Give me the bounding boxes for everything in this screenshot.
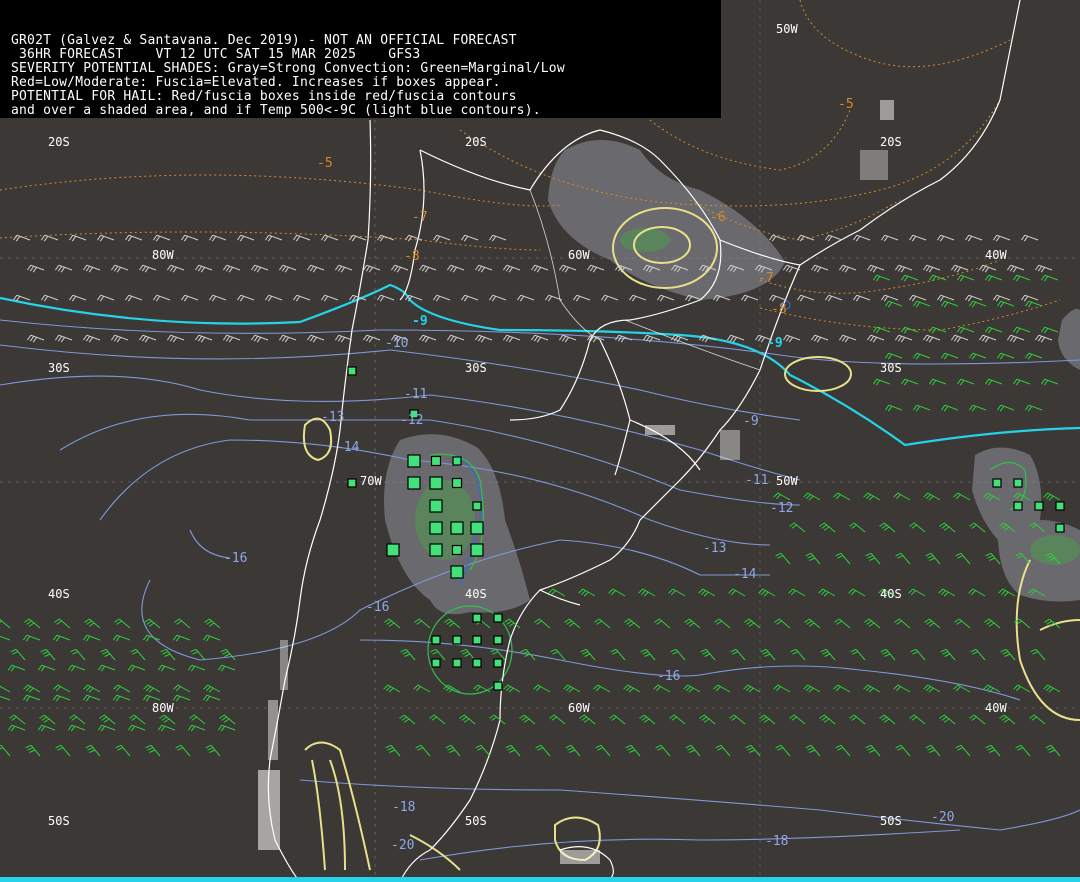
geopotential-label: -7	[758, 271, 774, 286]
isotherm-label: -9	[412, 314, 428, 329]
header-shades-line: Red=Low/Moderate: Fuscia=Elevated. Incre…	[11, 75, 501, 90]
hail-box	[1055, 501, 1065, 511]
isotherm-label: -16	[657, 669, 680, 684]
hail-box	[407, 454, 421, 468]
lon-label: 60W	[568, 248, 590, 262]
hail-box	[493, 635, 503, 645]
isotherm-label: -14	[336, 440, 360, 455]
isotherm-label: -18	[392, 800, 415, 815]
hail-box	[470, 543, 484, 557]
isotherm-label: -20	[391, 838, 414, 853]
hail-box	[386, 543, 400, 557]
map-background	[0, 0, 1080, 882]
isotherm-label: -13	[321, 410, 344, 425]
lat-label: 30S	[48, 361, 70, 375]
hail-box	[431, 635, 441, 645]
geopotential-label: -6	[710, 210, 726, 225]
hail-box	[472, 613, 482, 623]
isotherm-label: -12	[770, 501, 793, 516]
hail-box	[347, 478, 357, 488]
hail-box	[451, 544, 463, 556]
hail-box	[429, 476, 443, 490]
lon-label: 50W	[776, 474, 798, 488]
geopotential-label: -5	[317, 156, 333, 171]
hail-box	[1034, 501, 1044, 511]
lon-label: 60W	[568, 701, 590, 715]
lat-label: 30S	[880, 361, 902, 375]
header-hail-line: POTENTIAL FOR HAIL: Red/fuscia boxes ins…	[11, 89, 517, 104]
header-temp-line: and over a shaded area, and if Temp 500<…	[11, 103, 541, 118]
hail-box	[493, 681, 503, 691]
hail-box	[450, 565, 464, 579]
hail-box	[470, 521, 484, 535]
hail-box	[452, 635, 462, 645]
header-title-line: GR02T (Galvez & Santavana. Dec 2019) - N…	[11, 33, 517, 48]
hail-box	[1013, 478, 1023, 488]
hail-box	[430, 455, 442, 467]
lon-label: 70W	[360, 474, 382, 488]
hail-box	[431, 658, 441, 668]
isotherm-label: -11	[745, 473, 768, 488]
hail-box	[450, 521, 464, 535]
hail-box	[1013, 501, 1023, 511]
lat-label: 30S	[465, 361, 487, 375]
hail-box	[452, 658, 462, 668]
geopotential-label: -8	[404, 249, 420, 264]
isotherm-label: -13	[703, 541, 726, 556]
hail-box	[452, 456, 462, 466]
hail-box	[429, 543, 443, 557]
isotherm-label: -16	[366, 600, 389, 615]
hail-box	[472, 658, 482, 668]
hail-box	[493, 613, 503, 623]
isotherm-label: -16	[224, 551, 247, 566]
hail-box	[429, 521, 443, 535]
isotherm-label: -11	[404, 387, 427, 402]
lon-label: 40W	[985, 248, 1007, 262]
forecast-map: 20S 20S 20S 30S 30S 30S 40S 40S 40S 50S …	[0, 0, 1080, 882]
lat-label: 20S	[48, 135, 70, 149]
lat-label: 20S	[465, 135, 487, 149]
lon-label: 50W	[776, 22, 798, 36]
isotherm-label: -12	[400, 413, 423, 428]
lat-label: 50S	[48, 814, 70, 828]
hail-box	[451, 477, 463, 489]
bottom-frame	[0, 877, 1080, 882]
hail-box	[429, 499, 443, 513]
header-forecast-line: 36HR FORECAST VT 12 UTC SAT 15 MAR 2025 …	[11, 47, 421, 62]
hail-box	[472, 501, 482, 511]
lat-label: 40S	[48, 587, 70, 601]
isotherm-label: -9	[743, 414, 759, 429]
isotherm-label: -20	[931, 810, 954, 825]
isotherm-label: -18	[765, 834, 788, 849]
isotherm-label: -8	[771, 302, 787, 317]
isotherm-label: -14	[733, 567, 757, 582]
lat-label: 50S	[465, 814, 487, 828]
hail-box	[347, 366, 357, 376]
hail-box	[472, 635, 482, 645]
lon-label: 80W	[152, 248, 174, 262]
hail-box	[992, 478, 1002, 488]
lon-label: 80W	[152, 701, 174, 715]
hail-box	[1055, 523, 1065, 533]
isotherm-label: -10	[385, 336, 408, 351]
hail-box	[493, 658, 503, 668]
lon-label: 40W	[985, 701, 1007, 715]
lat-label: 50S	[880, 814, 902, 828]
geopotential-label: -7	[412, 210, 428, 225]
forecast-header: GR02T (Galvez & Santavana. Dec 2019) - N…	[0, 0, 721, 118]
isotherm-label: -9	[767, 336, 783, 351]
lat-label: 40S	[465, 587, 487, 601]
hail-box	[407, 476, 421, 490]
lat-label: 20S	[880, 135, 902, 149]
lat-label: 40S	[880, 587, 902, 601]
header-severity-line: SEVERITY POTENTIAL SHADES: Gray=Strong C…	[11, 61, 565, 76]
geopotential-label: -5	[838, 97, 854, 112]
